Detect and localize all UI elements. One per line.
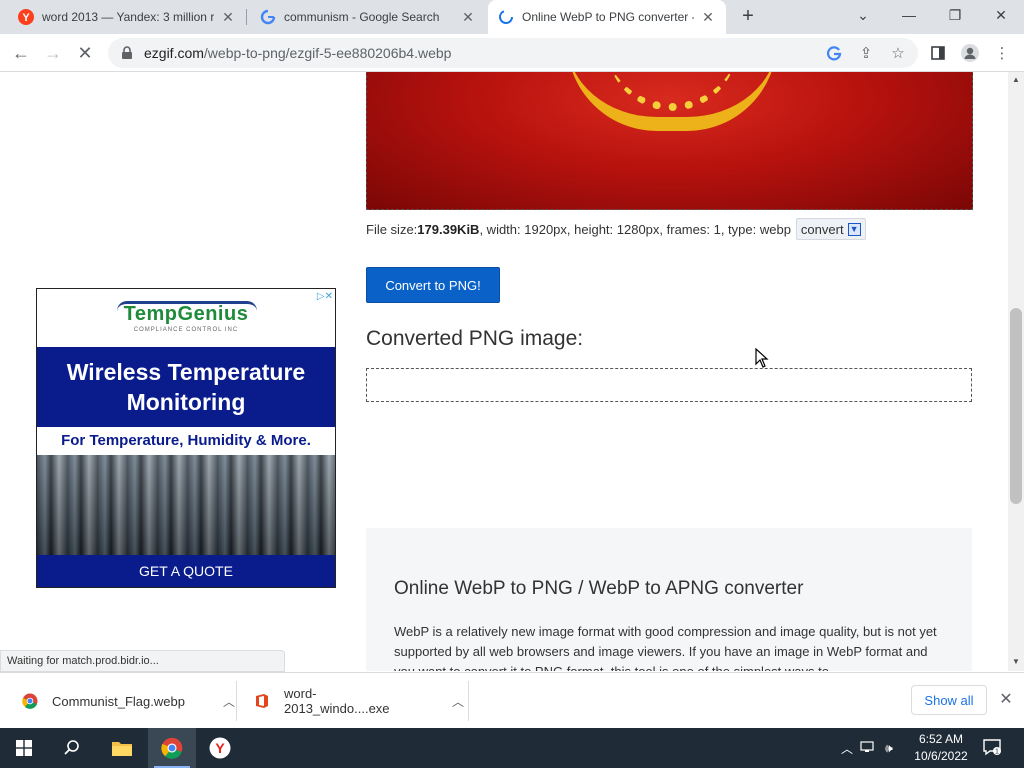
- clock-time: 6:52 AM: [918, 732, 964, 746]
- chrome-file-icon: [22, 693, 38, 709]
- loading-spinner-icon: [498, 9, 514, 25]
- status-bubble: Waiting for match.prod.bidr.io...: [0, 650, 285, 672]
- yandex-browser-icon[interactable]: Y: [196, 728, 244, 768]
- close-icon[interactable]: ✕: [460, 9, 476, 26]
- file-info: File size: 179.39KiB , width: 1920px, he…: [366, 218, 866, 240]
- download-filename: Communist_Flag.webp: [52, 693, 185, 709]
- network-icon[interactable]: [856, 740, 878, 756]
- download-filename: word-2013_windo....exe: [284, 686, 390, 716]
- volume-icon[interactable]: 🕪: [878, 741, 900, 756]
- svg-text:Y: Y: [215, 740, 225, 756]
- system-tray: ︿ 🕪: [838, 728, 900, 768]
- google-lens-icon[interactable]: [824, 43, 844, 63]
- download-item[interactable]: word-2013_windo....exe ︿: [254, 677, 464, 725]
- tab-label: communism - Google Search: [284, 10, 440, 24]
- svg-text:Y: Y: [22, 12, 30, 24]
- about-heading: Online WebP to PNG / WebP to APNG conver…: [394, 578, 804, 599]
- source-image-preview: [366, 72, 973, 210]
- stop-loading-icon[interactable]: ✕: [72, 41, 98, 65]
- back-icon[interactable]: ←: [8, 41, 34, 65]
- close-icon[interactable]: ✕: [220, 9, 236, 26]
- search-icon[interactable]: [48, 728, 96, 768]
- chevron-up-icon[interactable]: ︿: [452, 693, 464, 710]
- file-explorer-icon[interactable]: [98, 728, 146, 768]
- converted-image-heading: Converted PNG image:: [366, 327, 584, 350]
- about-section: Online WebP to PNG / WebP to APNG conver…: [366, 528, 972, 671]
- download-item[interactable]: Communist_Flag.webp ︿: [22, 677, 235, 725]
- minimize-button[interactable]: —: [886, 0, 932, 30]
- close-icon[interactable]: ✕: [998, 689, 1014, 709]
- menu-kebab-icon[interactable]: ⋮: [992, 43, 1012, 63]
- tab-label: word 2013 — Yandex: 3 million r: [42, 10, 214, 24]
- tab-divider: [246, 9, 247, 25]
- show-all-downloads-button[interactable]: Show all: [911, 685, 987, 715]
- notifications-icon[interactable]: 1: [982, 738, 1004, 758]
- tab-ezgif[interactable]: Online WebP to PNG converter - ✕: [488, 0, 726, 34]
- share-icon[interactable]: ⇪: [856, 43, 876, 63]
- yandex-icon: Y: [18, 9, 34, 25]
- restore-button[interactable]: ❐: [932, 0, 978, 30]
- convert-dropdown-button[interactable]: convert ▼: [795, 218, 866, 240]
- chevron-up-icon[interactable]: ︿: [838, 740, 856, 757]
- tab-label: Online WebP to PNG converter -: [522, 10, 694, 24]
- tab-google[interactable]: communism - Google Search ✕: [250, 0, 486, 34]
- tab-yandex[interactable]: Y word 2013 — Yandex: 3 million r ✕: [8, 0, 246, 34]
- clock-date: 10/6/2022: [914, 749, 968, 763]
- windows-taskbar: Y ︿ 🕪 6:52 AM 10/6/2022 1: [0, 728, 1024, 768]
- forward-icon[interactable]: →: [40, 41, 66, 65]
- windows-start-icon[interactable]: [0, 728, 48, 768]
- mouse-cursor-icon: [755, 348, 769, 368]
- ad-photo: [37, 455, 335, 555]
- profile-avatar-icon[interactable]: [960, 43, 980, 63]
- downloads-shelf: Communist_Flag.webp ︿ word-2013_windo...…: [0, 672, 1024, 728]
- tab-strip: Y word 2013 — Yandex: 3 million r ✕ comm…: [0, 0, 1024, 34]
- svg-text:1: 1: [995, 749, 999, 756]
- adchoices-icon[interactable]: ▷✕: [317, 291, 333, 302]
- browser-toolbar: ← → ✕ ezgif.com/webp-to-png/ezgif-5-ee88…: [0, 34, 1024, 72]
- about-text: WebP is a relatively new image format wi…: [394, 624, 937, 671]
- office-icon: [254, 693, 270, 709]
- convert-to-png-button[interactable]: Convert to PNG!: [366, 267, 500, 303]
- url-text: ezgif.com/webp-to-png/ezgif-5-ee880206b4…: [144, 45, 452, 61]
- side-panel-icon[interactable]: [928, 43, 948, 63]
- window-close-button[interactable]: ✕: [978, 0, 1024, 30]
- address-bar[interactable]: ezgif.com/webp-to-png/ezgif-5-ee880206b4…: [108, 38, 918, 68]
- lock-icon[interactable]: [120, 46, 134, 60]
- ad-headline: Wireless Temperature Monitoring: [37, 347, 335, 427]
- ad-logo-area: TempGenius COMPLIANCE CONTROL INC: [37, 289, 335, 347]
- chevron-up-icon[interactable]: ︿: [223, 693, 235, 710]
- system-clock[interactable]: 6:52 AM 10/6/2022: [906, 731, 976, 765]
- ad-subline: For Temperature, Humidity & More.: [37, 427, 335, 455]
- ad-get-quote-button[interactable]: GET A QUOTE: [37, 555, 335, 587]
- bookmark-star-icon[interactable]: ☆: [888, 43, 908, 63]
- tab-search-icon[interactable]: ⌄: [840, 0, 886, 30]
- close-icon[interactable]: ✕: [700, 9, 716, 26]
- download-arrow-icon: ▼: [847, 222, 861, 236]
- scroll-up-icon[interactable]: ▲: [1011, 75, 1021, 85]
- advertisement[interactable]: TempGenius COMPLIANCE CONTROL INC ▷✕ Wir…: [36, 288, 336, 588]
- chrome-icon[interactable]: [148, 728, 196, 768]
- scroll-down-icon[interactable]: ▼: [1011, 657, 1021, 667]
- page-scrollbar[interactable]: ▲ ▼: [1008, 72, 1024, 671]
- file-size: 179.39KiB: [417, 221, 480, 237]
- new-tab-button[interactable]: +: [736, 5, 760, 29]
- web-page: File size: 179.39KiB , width: 1920px, he…: [0, 72, 1008, 671]
- google-icon: [260, 9, 276, 25]
- scrollbar-thumb[interactable]: [1010, 308, 1022, 504]
- converted-image-placeholder: [366, 368, 972, 402]
